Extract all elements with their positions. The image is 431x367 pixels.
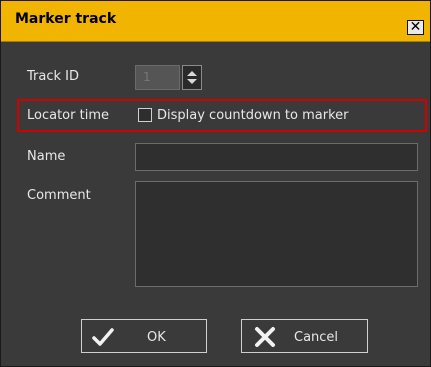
name-label: Name [27, 149, 66, 164]
cancel-label: Cancel [294, 330, 339, 345]
checkmark-icon [92, 328, 114, 346]
close-button[interactable]: ✕ [407, 19, 424, 35]
arrow-up-icon[interactable] [187, 71, 197, 76]
marker-track-dialog: Marker track ✕ Track ID 1 Locator time D… [0, 0, 431, 367]
ok-button[interactable]: OK [81, 319, 207, 353]
comment-textarea[interactable] [135, 181, 418, 287]
track-id-label: Track ID [27, 69, 79, 84]
arrow-down-icon[interactable] [187, 79, 197, 84]
ok-label: OK [147, 330, 166, 345]
x-icon [255, 327, 275, 347]
comment-label: Comment [27, 188, 91, 203]
display-countdown-checkbox[interactable] [138, 108, 152, 122]
close-icon: ✕ [409, 19, 422, 35]
track-id-stepper[interactable] [182, 65, 202, 90]
track-id-field: 1 [135, 65, 180, 90]
dialog-title: Marker track [15, 11, 117, 27]
dialog-title-bar: Marker track ✕ [1, 1, 430, 42]
track-id-value: 1 [143, 70, 151, 84]
locator-time-label: Locator time [27, 108, 109, 123]
display-countdown-label[interactable]: Display countdown to marker [157, 108, 349, 123]
cancel-button[interactable]: Cancel [241, 319, 368, 353]
name-input[interactable] [135, 143, 418, 171]
